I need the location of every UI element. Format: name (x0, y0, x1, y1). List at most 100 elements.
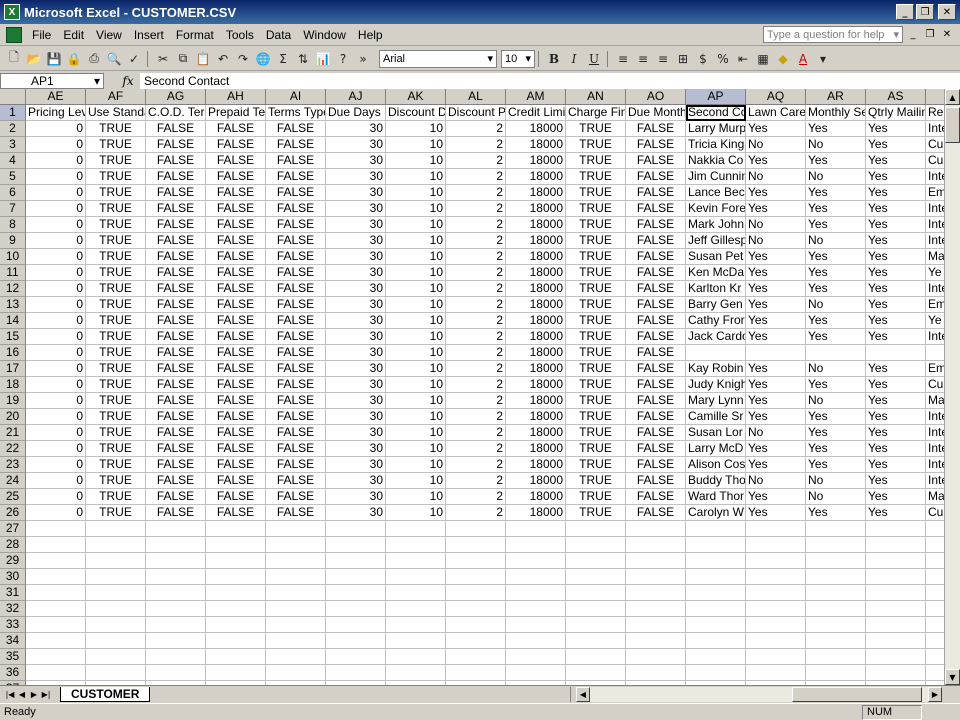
chart-wizard-icon[interactable]: 📊 (313, 49, 333, 69)
cell-an18[interactable]: TRUE (566, 377, 626, 393)
cell-ao9[interactable]: FALSE (626, 233, 686, 249)
formula-input[interactable]: Second Contact (140, 72, 960, 89)
horizontal-scrollbar[interactable]: ◀ ▶ (570, 687, 942, 702)
close-icon[interactable]: ✕ (938, 4, 956, 20)
cell-al32[interactable] (446, 601, 506, 617)
cell-ap3[interactable]: Tricia King (686, 137, 746, 153)
sort-icon[interactable]: ⇅ (293, 49, 313, 69)
cell-ak24[interactable]: 10 (386, 473, 446, 489)
cell-at34[interactable] (926, 633, 944, 649)
cell-as3[interactable]: Yes (866, 137, 926, 153)
cell-ag16[interactable]: FALSE (146, 345, 206, 361)
cell-ar18[interactable]: Yes (806, 377, 866, 393)
cell-at12[interactable]: Inte (926, 281, 944, 297)
cell-ah3[interactable]: FALSE (206, 137, 266, 153)
cell-ak35[interactable] (386, 649, 446, 665)
cell-aq9[interactable]: No (746, 233, 806, 249)
cell-af22[interactable]: TRUE (86, 441, 146, 457)
cell-ap23[interactable]: Alison Cos (686, 457, 746, 473)
cell-af14[interactable]: TRUE (86, 313, 146, 329)
cell-ag9[interactable]: FALSE (146, 233, 206, 249)
cell-ap26[interactable]: Carolyn W (686, 505, 746, 521)
cell-ag5[interactable]: FALSE (146, 169, 206, 185)
cell-ao3[interactable]: FALSE (626, 137, 686, 153)
cell-aj3[interactable]: 30 (326, 137, 386, 153)
cell-ap12[interactable]: Karlton Kr (686, 281, 746, 297)
cell-ah9[interactable]: FALSE (206, 233, 266, 249)
cell-ap20[interactable]: Camille Sr (686, 409, 746, 425)
cell-at36[interactable] (926, 665, 944, 681)
cell-ag14[interactable]: FALSE (146, 313, 206, 329)
cell-as18[interactable]: Yes (866, 377, 926, 393)
cell-aq4[interactable]: Yes (746, 153, 806, 169)
cell-ar25[interactable]: No (806, 489, 866, 505)
cell-as7[interactable]: Yes (866, 201, 926, 217)
cell-ag12[interactable]: FALSE (146, 281, 206, 297)
cell-as26[interactable]: Yes (866, 505, 926, 521)
cell-aq31[interactable] (746, 585, 806, 601)
cell-al10[interactable]: 2 (446, 249, 506, 265)
cell-am1[interactable]: Credit Limit (506, 105, 566, 121)
cell-ap28[interactable] (686, 537, 746, 553)
column-header-al[interactable]: AL (446, 89, 506, 105)
column-header-af[interactable]: AF (86, 89, 146, 105)
cell-ai29[interactable] (266, 553, 326, 569)
column-header-am[interactable]: AM (506, 89, 566, 105)
cell-af8[interactable]: TRUE (86, 217, 146, 233)
cell-al18[interactable]: 2 (446, 377, 506, 393)
cell-aj6[interactable]: 30 (326, 185, 386, 201)
cell-ae14[interactable]: 0 (26, 313, 86, 329)
cell-at8[interactable]: Inte (926, 217, 944, 233)
cell-an29[interactable] (566, 553, 626, 569)
cell-as9[interactable]: Yes (866, 233, 926, 249)
cell-at35[interactable] (926, 649, 944, 665)
cell-aj16[interactable]: 30 (326, 345, 386, 361)
cell-ar13[interactable]: No (806, 297, 866, 313)
cell-ag26[interactable]: FALSE (146, 505, 206, 521)
cell-an6[interactable]: TRUE (566, 185, 626, 201)
cell-an13[interactable]: TRUE (566, 297, 626, 313)
cell-aq28[interactable] (746, 537, 806, 553)
cell-aj35[interactable] (326, 649, 386, 665)
cell-aq8[interactable]: No (746, 217, 806, 233)
cell-ai25[interactable]: FALSE (266, 489, 326, 505)
cell-ap36[interactable] (686, 665, 746, 681)
row-header-12[interactable]: 12 (0, 281, 26, 297)
cell-ai4[interactable]: FALSE (266, 153, 326, 169)
column-header-ah[interactable]: AH (206, 89, 266, 105)
cell-ag20[interactable]: FALSE (146, 409, 206, 425)
cell-aj8[interactable]: 30 (326, 217, 386, 233)
cell-aq14[interactable]: Yes (746, 313, 806, 329)
cell-at29[interactable] (926, 553, 944, 569)
cell-ai1[interactable]: Terms Type (266, 105, 326, 121)
cell-am24[interactable]: 18000 (506, 473, 566, 489)
cell-ag29[interactable] (146, 553, 206, 569)
cell-at14[interactable]: Ye (926, 313, 944, 329)
row-header-20[interactable]: 20 (0, 409, 26, 425)
cell-ap1[interactable]: Second Contact (686, 105, 746, 121)
cell-af4[interactable]: TRUE (86, 153, 146, 169)
cell-an15[interactable]: TRUE (566, 329, 626, 345)
cell-ao27[interactable] (626, 521, 686, 537)
cell-ap16[interactable] (686, 345, 746, 361)
cell-ah21[interactable]: FALSE (206, 425, 266, 441)
cell-ai5[interactable]: FALSE (266, 169, 326, 185)
cell-aj34[interactable] (326, 633, 386, 649)
cell-am9[interactable]: 18000 (506, 233, 566, 249)
cell-as25[interactable]: Yes (866, 489, 926, 505)
cell-at11[interactable]: Ye (926, 265, 944, 281)
cell-ak25[interactable]: 10 (386, 489, 446, 505)
next-sheet-icon[interactable]: ▶ (28, 687, 40, 701)
cell-ai17[interactable]: FALSE (266, 361, 326, 377)
doc-close-icon[interactable]: ✕ (940, 28, 954, 42)
cell-ai7[interactable]: FALSE (266, 201, 326, 217)
cell-ah15[interactable]: FALSE (206, 329, 266, 345)
cell-af17[interactable]: TRUE (86, 361, 146, 377)
cell-ai24[interactable]: FALSE (266, 473, 326, 489)
cell-as8[interactable]: Yes (866, 217, 926, 233)
workbook-icon[interactable] (6, 26, 22, 43)
row-header-36[interactable]: 36 (0, 665, 26, 681)
cell-aq15[interactable]: Yes (746, 329, 806, 345)
cell-af9[interactable]: TRUE (86, 233, 146, 249)
cell-am12[interactable]: 18000 (506, 281, 566, 297)
